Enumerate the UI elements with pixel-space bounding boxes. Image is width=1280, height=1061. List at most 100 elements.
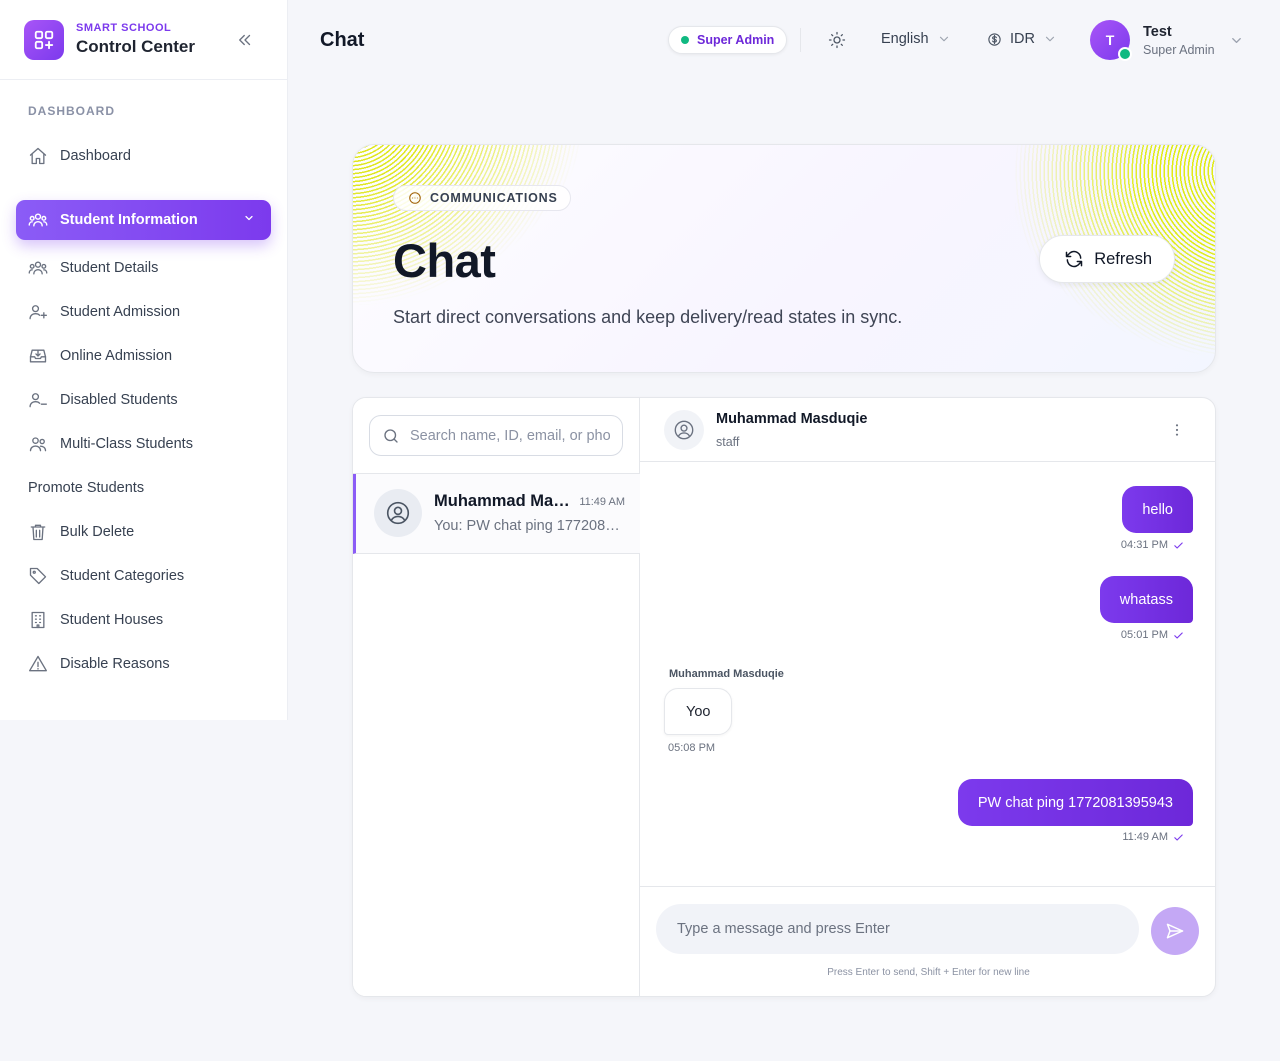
- search-box: [369, 415, 623, 456]
- sidebar-item-label: Disabled Students: [60, 392, 178, 408]
- user-menu[interactable]: T Test Super Admin: [1090, 20, 1244, 61]
- sidebar-item-student-information[interactable]: Student Information: [16, 200, 271, 240]
- sun-icon[interactable]: [826, 29, 848, 51]
- user-name: Test: [1143, 23, 1172, 40]
- check-icon: [1173, 832, 1184, 843]
- refresh-icon: [1064, 249, 1084, 269]
- more-vertical-icon[interactable]: [1167, 420, 1187, 440]
- section-badge-label: COMMUNICATIONS: [430, 191, 558, 205]
- message-bubble-outgoing: whatass: [1099, 576, 1193, 623]
- chevron-down-icon: [243, 212, 255, 228]
- conversation-preview: You: PW chat ping 1772081395943: [434, 518, 624, 534]
- brand: SMART SCHOOL Control Center: [0, 0, 287, 80]
- refresh-label: Refresh: [1094, 249, 1152, 268]
- alert-triangle-icon: [28, 654, 48, 674]
- sidebar-item-multi-class-students[interactable]: Multi-Class Students: [28, 432, 193, 456]
- chat-panel: Muhammad Masduqie 11:49 AM You: PW chat …: [352, 397, 1216, 997]
- refresh-button[interactable]: Refresh: [1039, 235, 1175, 283]
- currency-value: IDR: [1010, 31, 1035, 47]
- message-sender: Muhammad Masduqie: [669, 668, 784, 680]
- send-button[interactable]: [1151, 907, 1199, 955]
- sidebar-item-student-details[interactable]: Student Details: [28, 256, 158, 280]
- message-meta: 11:49 AM: [1122, 831, 1184, 843]
- message-meta: 05:01 PM: [1121, 629, 1184, 641]
- trash-icon: [28, 522, 48, 542]
- check-icon: [1173, 630, 1184, 641]
- user-plus-icon: [28, 302, 48, 322]
- sidebar-item-disabled-students[interactable]: Disabled Students: [28, 388, 178, 412]
- sidebar-item-label: Dashboard: [60, 148, 131, 164]
- users-icon: [28, 434, 48, 454]
- divider: [800, 28, 801, 52]
- users-icon: [28, 258, 48, 278]
- sidebar-item-online-admission[interactable]: Online Admission: [28, 344, 172, 368]
- message-time: 05:01 PM: [1120, 629, 1168, 641]
- hero-card: COMMUNICATIONS Chat Start direct convers…: [352, 144, 1216, 373]
- message-meta: 04:31 PM: [1121, 539, 1184, 551]
- conversation-time: 11:49 AM: [579, 496, 625, 508]
- language-value: English: [881, 31, 929, 47]
- chat-bubble-icon: [408, 191, 422, 205]
- sidebar-item-student-admission[interactable]: Student Admission: [28, 300, 180, 324]
- chevron-down-icon: [1229, 33, 1244, 48]
- sidebar-item-label: Student Details: [60, 260, 159, 276]
- user-circle-icon: [374, 489, 422, 537]
- message-input[interactable]: [656, 904, 1139, 954]
- sidebar-item-promote-students[interactable]: Promote Students: [28, 476, 144, 500]
- sidebar-item-label: Student Admission: [60, 304, 181, 320]
- tag-icon: [28, 566, 48, 586]
- apps-plus-icon: [24, 19, 64, 60]
- hero-subtitle: Start direct conversations and keep deli…: [393, 307, 903, 327]
- sidebar-item-label: Student Categories: [60, 568, 185, 584]
- sidebar-item-label: Bulk Delete: [60, 524, 135, 540]
- role-badge: Super Admin: [668, 26, 788, 54]
- sidebar-item-disable-reasons[interactable]: Disable Reasons: [28, 652, 170, 676]
- sidebar-item-label: Online Admission: [60, 348, 173, 364]
- currency-select[interactable]: IDR: [987, 31, 1057, 47]
- message-time: 04:31 PM: [1120, 539, 1168, 551]
- user-circle-icon: [664, 410, 704, 450]
- brand-title: Control Center: [76, 37, 195, 56]
- section-badge: COMMUNICATIONS: [393, 185, 571, 211]
- sidebar-item-label: Student Information: [60, 212, 198, 228]
- avatar: T: [1090, 20, 1132, 61]
- home-icon: [28, 146, 48, 166]
- avatar-initial: T: [1105, 32, 1115, 48]
- message-time: 11:49 AM: [1122, 831, 1168, 843]
- chevron-down-icon: [1043, 32, 1057, 46]
- message-bubble-outgoing: PW chat ping 1772081395943: [957, 779, 1193, 826]
- sidebar-item-label: Promote Students: [28, 480, 145, 496]
- sidebar-item-dashboard[interactable]: Dashboard: [28, 144, 131, 168]
- sidebar-item-student-houses[interactable]: Student Houses: [28, 608, 163, 632]
- user-minus-icon: [28, 390, 48, 410]
- collapse-sidebar-icon[interactable]: [235, 30, 255, 50]
- thread-header: Muhammad Masduqie staff: [640, 398, 1215, 462]
- check-icon: [1173, 540, 1184, 551]
- message-thread: Muhammad Masduqie staff hello 04:31 PM w…: [640, 398, 1215, 996]
- message-bubble-outgoing: hello: [1122, 486, 1193, 533]
- conversation-item[interactable]: Muhammad Masduqie 11:49 AM You: PW chat …: [353, 474, 640, 554]
- user-role: Super Admin: [1143, 42, 1215, 57]
- composer-hint: Press Enter to send, Shift + Enter for n…: [827, 967, 1030, 978]
- message-bubble-incoming: Yoo: [664, 688, 733, 735]
- conversation-list: Muhammad Masduqie 11:49 AM You: PW chat …: [353, 398, 640, 996]
- brand-subtitle: SMART SCHOOL: [76, 22, 172, 34]
- sidebar-item-label: Student Houses: [60, 612, 164, 628]
- page-title: Chat: [320, 29, 365, 51]
- currency-icon: [987, 32, 1002, 47]
- sidebar-item-label: Multi-Class Students: [60, 436, 193, 452]
- hero-title: Chat: [393, 234, 496, 287]
- send-icon: [1165, 921, 1185, 941]
- sidebar-item-label: Disable Reasons: [60, 656, 170, 672]
- sidebar-item-student-categories[interactable]: Student Categories: [28, 564, 184, 588]
- contact-name: Muhammad Masduqie: [716, 411, 868, 427]
- role-badge-label: Super Admin: [697, 33, 775, 47]
- users-icon: [28, 210, 48, 230]
- sidebar-item-bulk-delete[interactable]: Bulk Delete: [28, 520, 134, 544]
- composer: Press Enter to send, Shift + Enter for n…: [640, 886, 1215, 996]
- inbox-download-icon: [28, 346, 48, 366]
- search-icon: [382, 427, 400, 445]
- chevron-down-icon: [937, 32, 951, 46]
- language-select[interactable]: English: [881, 31, 951, 47]
- search-input[interactable]: [410, 427, 610, 444]
